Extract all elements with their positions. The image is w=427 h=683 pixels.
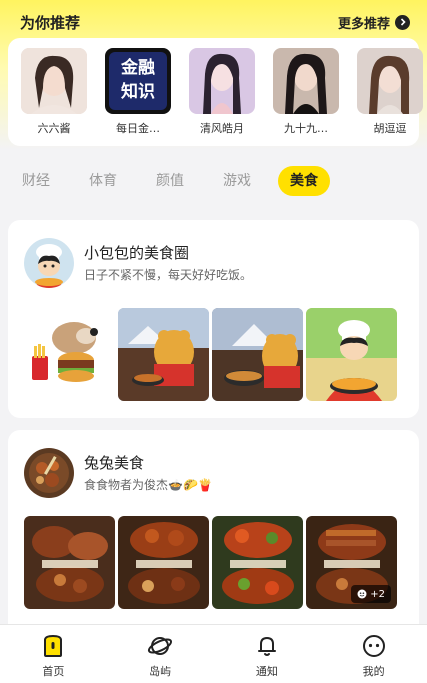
tab-food[interactable]: 美食 <box>278 166 330 196</box>
recommend-user-name: 胡逗逗 <box>373 122 407 135</box>
avatar-text: 金融 知识 <box>105 56 171 104</box>
recommend-user-3[interactable]: 清风皓月 <box>188 48 256 136</box>
recommend-section: 为你推荐 更多推荐 六六酱 金融 知识 每日金… 清风皓月 九十九… 胡逗逗 <box>8 0 423 146</box>
more-recommend-link[interactable]: 更多推荐 <box>338 13 410 32</box>
post-title: 小包包的美食圈 <box>84 244 190 262</box>
post-image[interactable] <box>212 516 303 609</box>
post-image[interactable] <box>24 516 115 609</box>
nav-label: 我的 <box>362 665 385 678</box>
nav-island[interactable]: 岛屿 <box>107 625 214 683</box>
post-description: 食食物者为俊杰🍲🌮🍟 <box>84 478 213 492</box>
avatar[interactable] <box>24 238 74 288</box>
recommend-header: 为你推荐 更多推荐 <box>20 10 410 34</box>
post-image[interactable] <box>24 308 115 401</box>
avatar <box>21 48 87 114</box>
avatar <box>189 48 255 114</box>
avatar[interactable] <box>24 448 74 498</box>
more-recommend-label: 更多推荐 <box>337 16 390 32</box>
profile-icon <box>361 633 387 659</box>
post-image-grid: +2 <box>24 516 397 609</box>
avatar-text-line-2: 知识 <box>121 82 155 102</box>
post-image[interactable] <box>118 516 209 609</box>
avatar-text-line-1: 金融 <box>121 58 155 78</box>
nav-home[interactable]: 首页 <box>0 625 107 683</box>
post-card[interactable]: 小包包的美食圈 日子不紧不慢，每天好好吃饭。 <box>8 220 419 418</box>
avatar <box>357 48 423 114</box>
recommend-user-4[interactable]: 九十九… <box>272 48 340 136</box>
post-image[interactable] <box>306 308 397 401</box>
post-image[interactable] <box>212 308 303 401</box>
nav-notifications[interactable]: 通知 <box>214 625 321 683</box>
recommend-user-name: 六六酱 <box>37 122 71 135</box>
recommend-list-card: 六六酱 金融 知识 每日金… 清风皓月 九十九… 胡逗逗 <box>8 38 423 146</box>
post-image-grid <box>24 308 397 401</box>
more-images-badge[interactable]: +2 <box>351 585 391 603</box>
recommend-user-name: 清风皓月 <box>200 122 244 135</box>
post-image[interactable]: +2 <box>306 516 397 609</box>
post-title: 兔兔美食 <box>84 454 145 472</box>
home-icon <box>40 633 66 659</box>
nav-label: 通知 <box>255 665 278 678</box>
recommend-user-5[interactable]: 胡逗逗 <box>356 48 424 136</box>
more-images-count: +2 <box>370 588 385 600</box>
planet-icon <box>147 633 173 659</box>
recommend-list: 六六酱 金融 知识 每日金… 清风皓月 九十九… 胡逗逗 <box>20 48 424 136</box>
tab-looks[interactable]: 颜值 <box>156 166 223 196</box>
nav-profile[interactable]: 我的 <box>320 625 427 683</box>
recommend-user-name: 九十九… <box>284 122 328 135</box>
tab-sports[interactable]: 体育 <box>89 166 156 196</box>
nav-label: 岛屿 <box>149 665 172 678</box>
recommend-user-1[interactable]: 六六酱 <box>20 48 88 136</box>
recommend-user-name: 每日金… <box>116 122 160 135</box>
recommend-title: 为你推荐 <box>20 13 81 32</box>
post-card[interactable]: 兔兔美食 食食物者为俊杰🍲🌮🍟 +2 <box>8 430 419 624</box>
nav-label: 首页 <box>42 665 65 678</box>
recommend-user-2[interactable]: 金融 知识 每日金… <box>104 48 172 136</box>
image-stack-icon <box>357 589 367 599</box>
post-image[interactable] <box>118 308 209 401</box>
bottom-navigation: 首页 岛屿 通知 我的 <box>0 624 427 683</box>
tab-finance[interactable]: 财经 <box>22 166 89 196</box>
bell-icon <box>254 633 280 659</box>
post-description: 日子不紧不慢，每天好好吃饭。 <box>84 268 253 282</box>
category-tabs: 财经 体育 颜值 游戏 美食 <box>22 166 330 196</box>
avatar: 金融 知识 <box>105 48 171 114</box>
chevron-right-icon <box>395 14 410 30</box>
avatar <box>273 48 339 114</box>
